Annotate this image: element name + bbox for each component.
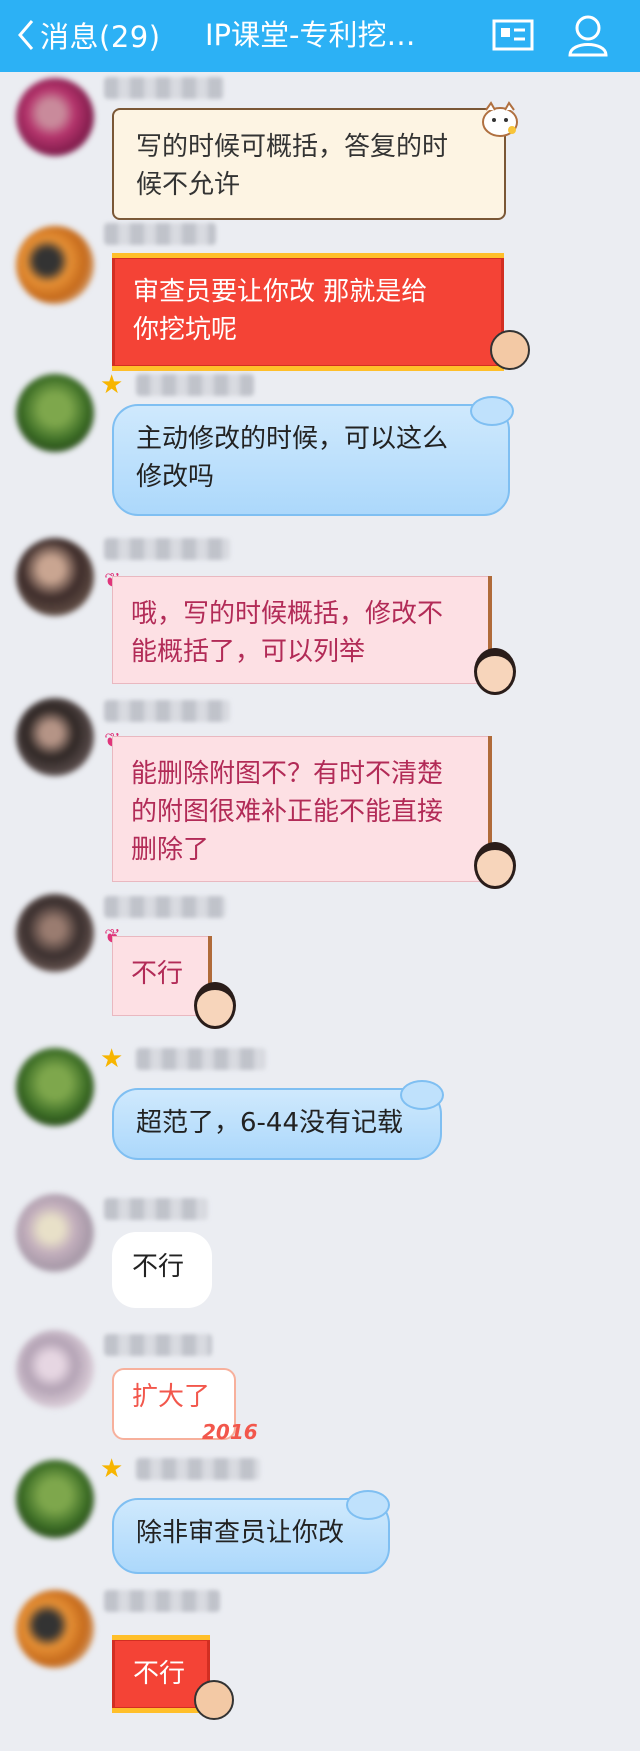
avatar[interactable] [16,1194,94,1272]
back-button[interactable]: 消息(29) [14,10,161,60]
message-line: 修改吗 [136,462,215,492]
whale-bubble-icon [470,396,514,426]
sender-name-blurred [136,1048,266,1070]
avatar[interactable] [16,1460,94,1538]
group-card-icon [492,19,534,51]
star-badge-icon: ★ [100,1454,124,1484]
sender-name-blurred [104,1334,212,1356]
back-label: 消息(29) [40,20,161,54]
whale-bubble-icon [346,1490,390,1520]
cartoon-face-icon [490,330,530,370]
message-line: 不行 [131,959,184,989]
message-bubble[interactable]: 超范了，6-44没有记载 [112,1088,442,1160]
message-line: 不行 [133,1659,186,1689]
message-bubble[interactable]: 审查员要让你改 那就是给 你挖坑呢 [112,253,504,371]
message-bubble[interactable]: 能删除附图不？有时不清楚 的附图很难补正能不能直接 删除了 [112,736,492,882]
message-line: 你挖坑呢 [133,315,238,345]
message-line: 删除了 [131,835,210,865]
sender-name-blurred [104,1590,220,1612]
member-icon [568,15,608,57]
sender-name-blurred [104,538,230,560]
year-sticker: 2016 [202,1420,258,1444]
avatar[interactable] [16,1048,94,1126]
whale-bubble-icon [400,1080,444,1110]
avatar[interactable] [16,894,94,972]
message-bubble[interactable]: 写的时候可概括，答复的时 候不允许 [112,108,506,220]
girl-sticker-icon [194,982,236,1029]
message-line: 除非审查员让你改 [136,1518,345,1548]
avatar[interactable] [16,374,94,452]
message-bubble[interactable]: 主动修改的时候，可以这么 修改吗 [112,404,510,516]
message-line: 扩大了 [132,1382,211,1412]
sender-name-blurred [136,374,254,396]
cartoon-face-icon [194,1680,234,1720]
message-bubble[interactable]: 哦，写的时候概括，修改不 能概括了，可以列举 [112,576,492,684]
sender-name-blurred [104,77,224,99]
sender-name-blurred [104,700,230,722]
cat-sticker-icon [478,100,522,140]
message-line: 不行 [132,1252,185,1282]
message-line: 主动修改的时候，可以这么 [136,424,449,454]
message-line: 超范了，6-44没有记载 [136,1108,404,1138]
star-badge-icon: ★ [100,370,124,400]
group-card-button[interactable] [488,10,538,60]
avatar[interactable] [16,538,94,616]
sender-name-blurred [104,896,226,918]
avatar[interactable] [16,226,94,304]
sender-name-blurred [136,1458,260,1480]
avatar[interactable] [16,78,94,156]
member-button[interactable] [563,10,613,60]
message-line: 写的时候可概括，答复的时 [136,132,449,162]
message-line: 哦，写的时候概括，修改不 [131,599,444,629]
message-bubble[interactable]: 不行 [112,1232,212,1308]
message-line: 能概括了，可以列举 [131,637,366,667]
message-line: 的附图很难补正能不能直接 [131,797,444,827]
star-badge-icon: ★ [100,1044,124,1074]
message-line: 能删除附图不？有时不清楚 [131,759,444,789]
title-bar: 消息(29) IP课堂-专利挖… [0,0,640,72]
avatar[interactable] [16,698,94,776]
back-chevron-icon [18,20,34,50]
girl-sticker-icon [474,842,516,889]
sender-name-blurred [104,1198,208,1220]
chat-title: IP课堂-专利挖… [205,18,416,52]
message-line: 审查员要让你改 那就是给 [133,277,428,307]
sender-name-blurred [104,223,216,245]
message-line: 候不允许 [136,170,241,200]
avatar[interactable] [16,1330,94,1408]
avatar[interactable] [16,1590,94,1668]
girl-sticker-icon [474,648,516,695]
